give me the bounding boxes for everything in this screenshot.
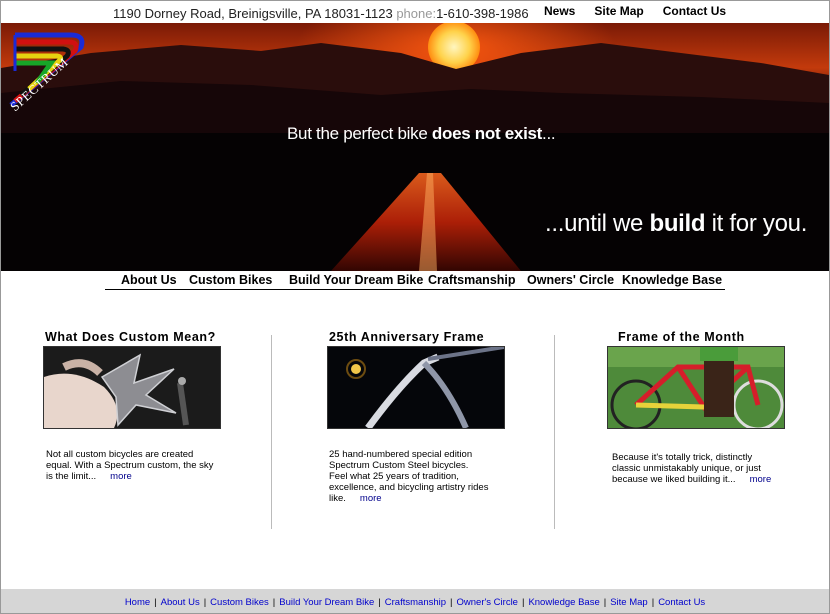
column-divider bbox=[271, 335, 272, 529]
feature-image-frame-month[interactable] bbox=[607, 346, 785, 429]
footer-home[interactable]: Home bbox=[125, 597, 150, 608]
feature-image-custom[interactable] bbox=[43, 346, 221, 429]
main-nav: About Us Custom Bikes Build Your Dream B… bbox=[105, 273, 725, 290]
page-frame: 1190 Dorney Road, Breinigsville, PA 1803… bbox=[0, 0, 830, 614]
nav-craftsmanship[interactable]: Craftsmanship bbox=[428, 273, 516, 287]
footer-custom-bikes[interactable]: Custom Bikes bbox=[210, 597, 269, 608]
street-address: 1190 Dorney Road, Breinigsville, PA 1803… bbox=[113, 6, 393, 21]
site-map-link[interactable]: Site Map bbox=[594, 4, 643, 18]
top-bar: 1190 Dorney Road, Breinigsville, PA 1803… bbox=[1, 1, 829, 23]
footer-owners-circle[interactable]: Owner's Circle bbox=[457, 597, 518, 608]
footer-craftsmanship[interactable]: Craftsmanship bbox=[385, 597, 446, 608]
footer-about-us[interactable]: About Us bbox=[161, 597, 200, 608]
nav-knowledge-base[interactable]: Knowledge Base bbox=[622, 273, 722, 287]
hero-banner: SPECTRUM But the perfect bike does not e… bbox=[1, 23, 829, 271]
feature-title-anniversary: 25th Anniversary Frame bbox=[329, 330, 485, 344]
feature-title-frame-month: Frame of the Month bbox=[618, 330, 745, 344]
nav-about-us[interactable]: About Us bbox=[121, 273, 177, 287]
address-line: 1190 Dorney Road, Breinigsville, PA 1803… bbox=[113, 6, 529, 21]
news-link[interactable]: News bbox=[544, 4, 575, 18]
nav-owners-circle[interactable]: Owners' Circle bbox=[527, 273, 614, 287]
footer-build-dream-bike[interactable]: Build Your Dream Bike bbox=[279, 597, 374, 608]
hero-tagline-1: But the perfect bike does not exist... bbox=[287, 124, 556, 143]
footer: Home | About Us | Custom Bikes | Build Your Dr… bbox=[1, 589, 829, 613]
column-divider bbox=[554, 335, 555, 529]
feature-text-custom: Not all custom bicycles are created equa… bbox=[46, 449, 214, 482]
nav-custom-bikes[interactable]: Custom Bikes bbox=[189, 273, 272, 287]
feature-text-anniversary: 25 hand-numbered special edition Spectru… bbox=[329, 449, 489, 504]
more-link-anniversary[interactable]: more bbox=[360, 493, 382, 504]
contact-us-link[interactable]: Contact Us bbox=[663, 4, 726, 18]
feature-text-frame-month: Because it's totally trick, distinctly c… bbox=[612, 452, 772, 485]
top-links: News Site Map Contact Us bbox=[544, 4, 745, 18]
feature-image-anniversary[interactable] bbox=[327, 346, 505, 429]
footer-knowledge-base[interactable]: Knowledge Base bbox=[528, 597, 599, 608]
phone-number: 1-610-398-1986 bbox=[436, 6, 529, 21]
footer-links: Home | About Us | Custom Bikes | Build Your Dr… bbox=[124, 597, 706, 608]
footer-contact-us[interactable]: Contact Us bbox=[658, 597, 705, 608]
more-link-custom[interactable]: more bbox=[110, 471, 132, 482]
phone-label: phone: bbox=[396, 6, 437, 21]
footer-site-map[interactable]: Site Map bbox=[610, 597, 648, 608]
hero-tagline-2: ...until we build it for you. bbox=[545, 210, 808, 237]
nav-build-your-dream-bike[interactable]: Build Your Dream Bike bbox=[289, 273, 423, 287]
more-link-frame-month[interactable]: more bbox=[750, 474, 772, 485]
feature-title-custom: What Does Custom Mean? bbox=[45, 330, 216, 344]
